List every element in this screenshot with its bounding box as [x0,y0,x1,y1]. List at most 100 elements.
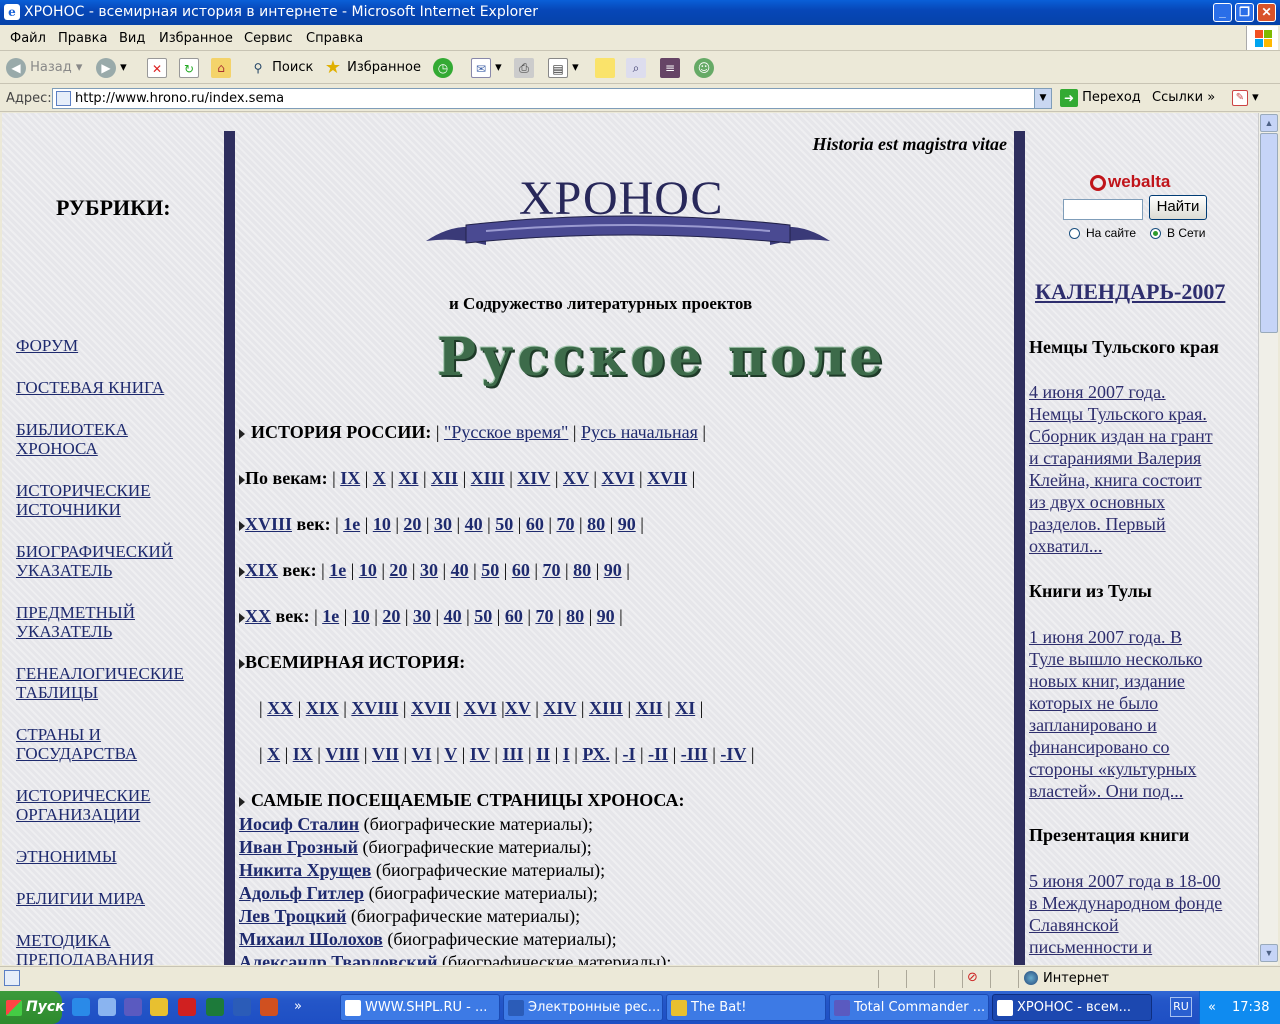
language-indicator[interactable]: RU [1170,997,1192,1017]
world-century-link[interactable]: III [502,744,523,764]
news-text-link[interactable]: 1 июня 2007 года. В Туле вышло несколько… [1029,626,1249,802]
mail-button[interactable]: ✉ ▾ [471,57,502,79]
decade-link[interactable]: 90 [618,514,636,534]
decade-link[interactable]: 1е [322,606,339,626]
r-quicklaunch-icon[interactable] [178,998,196,1016]
decade-link[interactable]: 1е [329,560,346,580]
person-link[interactable]: Никита Хрущев [239,860,371,880]
decade-link[interactable]: 60 [512,560,530,580]
search-submit-button[interactable]: Найти [1149,195,1207,220]
decade-link[interactable]: 50 [495,514,513,534]
nav-countries[interactable]: СТРАНЫ И ГОСУДАРСТВА [16,725,156,763]
decade-link[interactable]: 50 [474,606,492,626]
world-century-link[interactable]: IV [470,744,490,764]
century-link[interactable]: X [373,468,386,488]
century-link[interactable]: XIV [517,468,550,488]
decade-link[interactable]: 10 [359,560,377,580]
print-button[interactable]: ⎙ [514,57,534,79]
decade-link[interactable]: 20 [382,606,400,626]
decade-link[interactable]: 90 [604,560,622,580]
research-button[interactable]: ⌕ [626,57,646,79]
decade-link[interactable]: 60 [505,606,523,626]
radio-on-site[interactable]: На сайте [1069,226,1136,240]
world-century-link[interactable]: РХ. [582,744,610,764]
decade-link[interactable]: 70 [535,606,553,626]
stop-button[interactable]: ✕ [147,57,167,79]
world-century-link[interactable]: X [267,744,280,764]
person-link[interactable]: Иосиф Сталин [239,814,359,834]
home-button[interactable]: ⌂ [211,57,231,79]
decade-link[interactable]: 10 [352,606,370,626]
world-century-link[interactable]: IX [293,744,313,764]
messenger-button[interactable]: ☺ [694,57,714,79]
person-link[interactable]: Александр Твардовский [239,952,438,965]
nav-sources[interactable]: ИСТОРИЧЕСКИЕ ИСТОЧНИКИ [16,481,166,519]
back-button[interactable]: ◀ Назад ▾ [6,57,82,79]
excel-quicklaunch-icon[interactable] [206,998,224,1016]
scroll-up-button[interactable]: ▲ [1260,114,1278,132]
world-century-link[interactable]: XV [505,698,531,718]
century-link[interactable]: XV [563,468,589,488]
decade-link[interactable]: 80 [587,514,605,534]
russkoe-pole-logo[interactable]: Русское поле [437,327,887,388]
decade-link[interactable]: 70 [556,514,574,534]
world-century-link[interactable]: XI [675,698,695,718]
decade-link[interactable]: 30 [420,560,438,580]
world-century-link[interactable]: -III [681,744,708,764]
world-century-link[interactable]: VI [412,744,432,764]
nav-genealogy[interactable]: ГЕНЕАЛОГИЧЕСКИЕ ТАБЛИЦЫ [16,664,196,702]
nav-ethnonyms[interactable]: ЭТНОНИМЫ [16,847,216,866]
links-button[interactable]: Ссылки » [1152,87,1215,109]
search-input[interactable] [1063,199,1143,220]
bat-quicklaunch-icon[interactable] [150,998,168,1016]
nav-religions[interactable]: РЕЛИГИИ МИРА [16,889,216,908]
menu-help[interactable]: Справка [306,31,363,46]
decade-link[interactable]: 40 [465,514,483,534]
nav-biographic[interactable]: БИОГРАФИЧЕСКИЙ УКАЗАТЕЛЬ [16,542,196,580]
task-electronic-resources[interactable]: Электронные рес... [503,994,663,1021]
start-button[interactable]: Пуск [0,991,65,1024]
decade-link[interactable]: 50 [481,560,499,580]
c20-link[interactable]: XX [245,606,271,626]
nav-library[interactable]: БИБЛИОТЕКА ХРОНОСА [16,420,156,458]
link-rus-nachalnaya[interactable]: Русь начальная [581,422,698,442]
search-button[interactable]: ⚲ Поиск [248,57,314,79]
winrar-button[interactable]: ≡ [660,57,680,79]
world-century-link[interactable]: XX [267,698,293,718]
addon-button[interactable]: ✎ ▾ [1232,87,1259,109]
century-link[interactable]: XVI [602,468,635,488]
forward-button[interactable]: ▶ ▾ [96,57,127,79]
c18-link[interactable]: XVIII [245,514,292,534]
century-link[interactable]: IX [340,468,360,488]
world-century-link[interactable]: II [536,744,550,764]
world-century-link[interactable]: XII [636,698,663,718]
decade-link[interactable]: 30 [434,514,452,534]
world-century-link[interactable]: -I [622,744,635,764]
powerpoint-quicklaunch-icon[interactable] [260,998,278,1016]
decade-link[interactable]: 1е [343,514,360,534]
refresh-button[interactable]: ↻ [179,57,199,79]
minimize-button[interactable]: _ [1213,3,1232,22]
tray-expand-icon[interactable]: « [1208,991,1216,1024]
save-quicklaunch-icon[interactable] [124,998,142,1016]
radio-on-web[interactable]: В Сети [1150,226,1205,240]
decade-link[interactable]: 30 [413,606,431,626]
person-link[interactable]: Михаил Шолохов [239,929,383,949]
nav-organizations[interactable]: ИСТОРИЧЕСКИЕ ОРГАНИЗАЦИИ [16,786,166,824]
decade-link[interactable]: 40 [444,606,462,626]
decade-link[interactable]: 80 [573,560,591,580]
link-russkoe-vremya[interactable]: "Русское время" [444,422,568,442]
note-button[interactable] [595,57,615,79]
decade-link[interactable]: 10 [373,514,391,534]
address-input[interactable]: http://www.hrono.ru/index.sema ▼ [52,88,1052,109]
person-link[interactable]: Иван Грозный [239,837,358,857]
world-century-link[interactable]: -II [648,744,668,764]
menu-favorites[interactable]: Избранное [159,31,233,46]
address-dropdown-button[interactable]: ▼ [1034,89,1051,108]
world-century-link[interactable]: XIV [543,698,576,718]
news-text-link[interactable]: 4 июня 2007 года. Немцы Тульского края. … [1029,381,1249,557]
word-quicklaunch-icon[interactable] [233,998,251,1016]
popup-blocked-icon[interactable]: ⊘ [962,970,990,988]
vertical-scrollbar[interactable]: ▲ ▼ [1258,113,1278,965]
decade-link[interactable]: 20 [403,514,421,534]
